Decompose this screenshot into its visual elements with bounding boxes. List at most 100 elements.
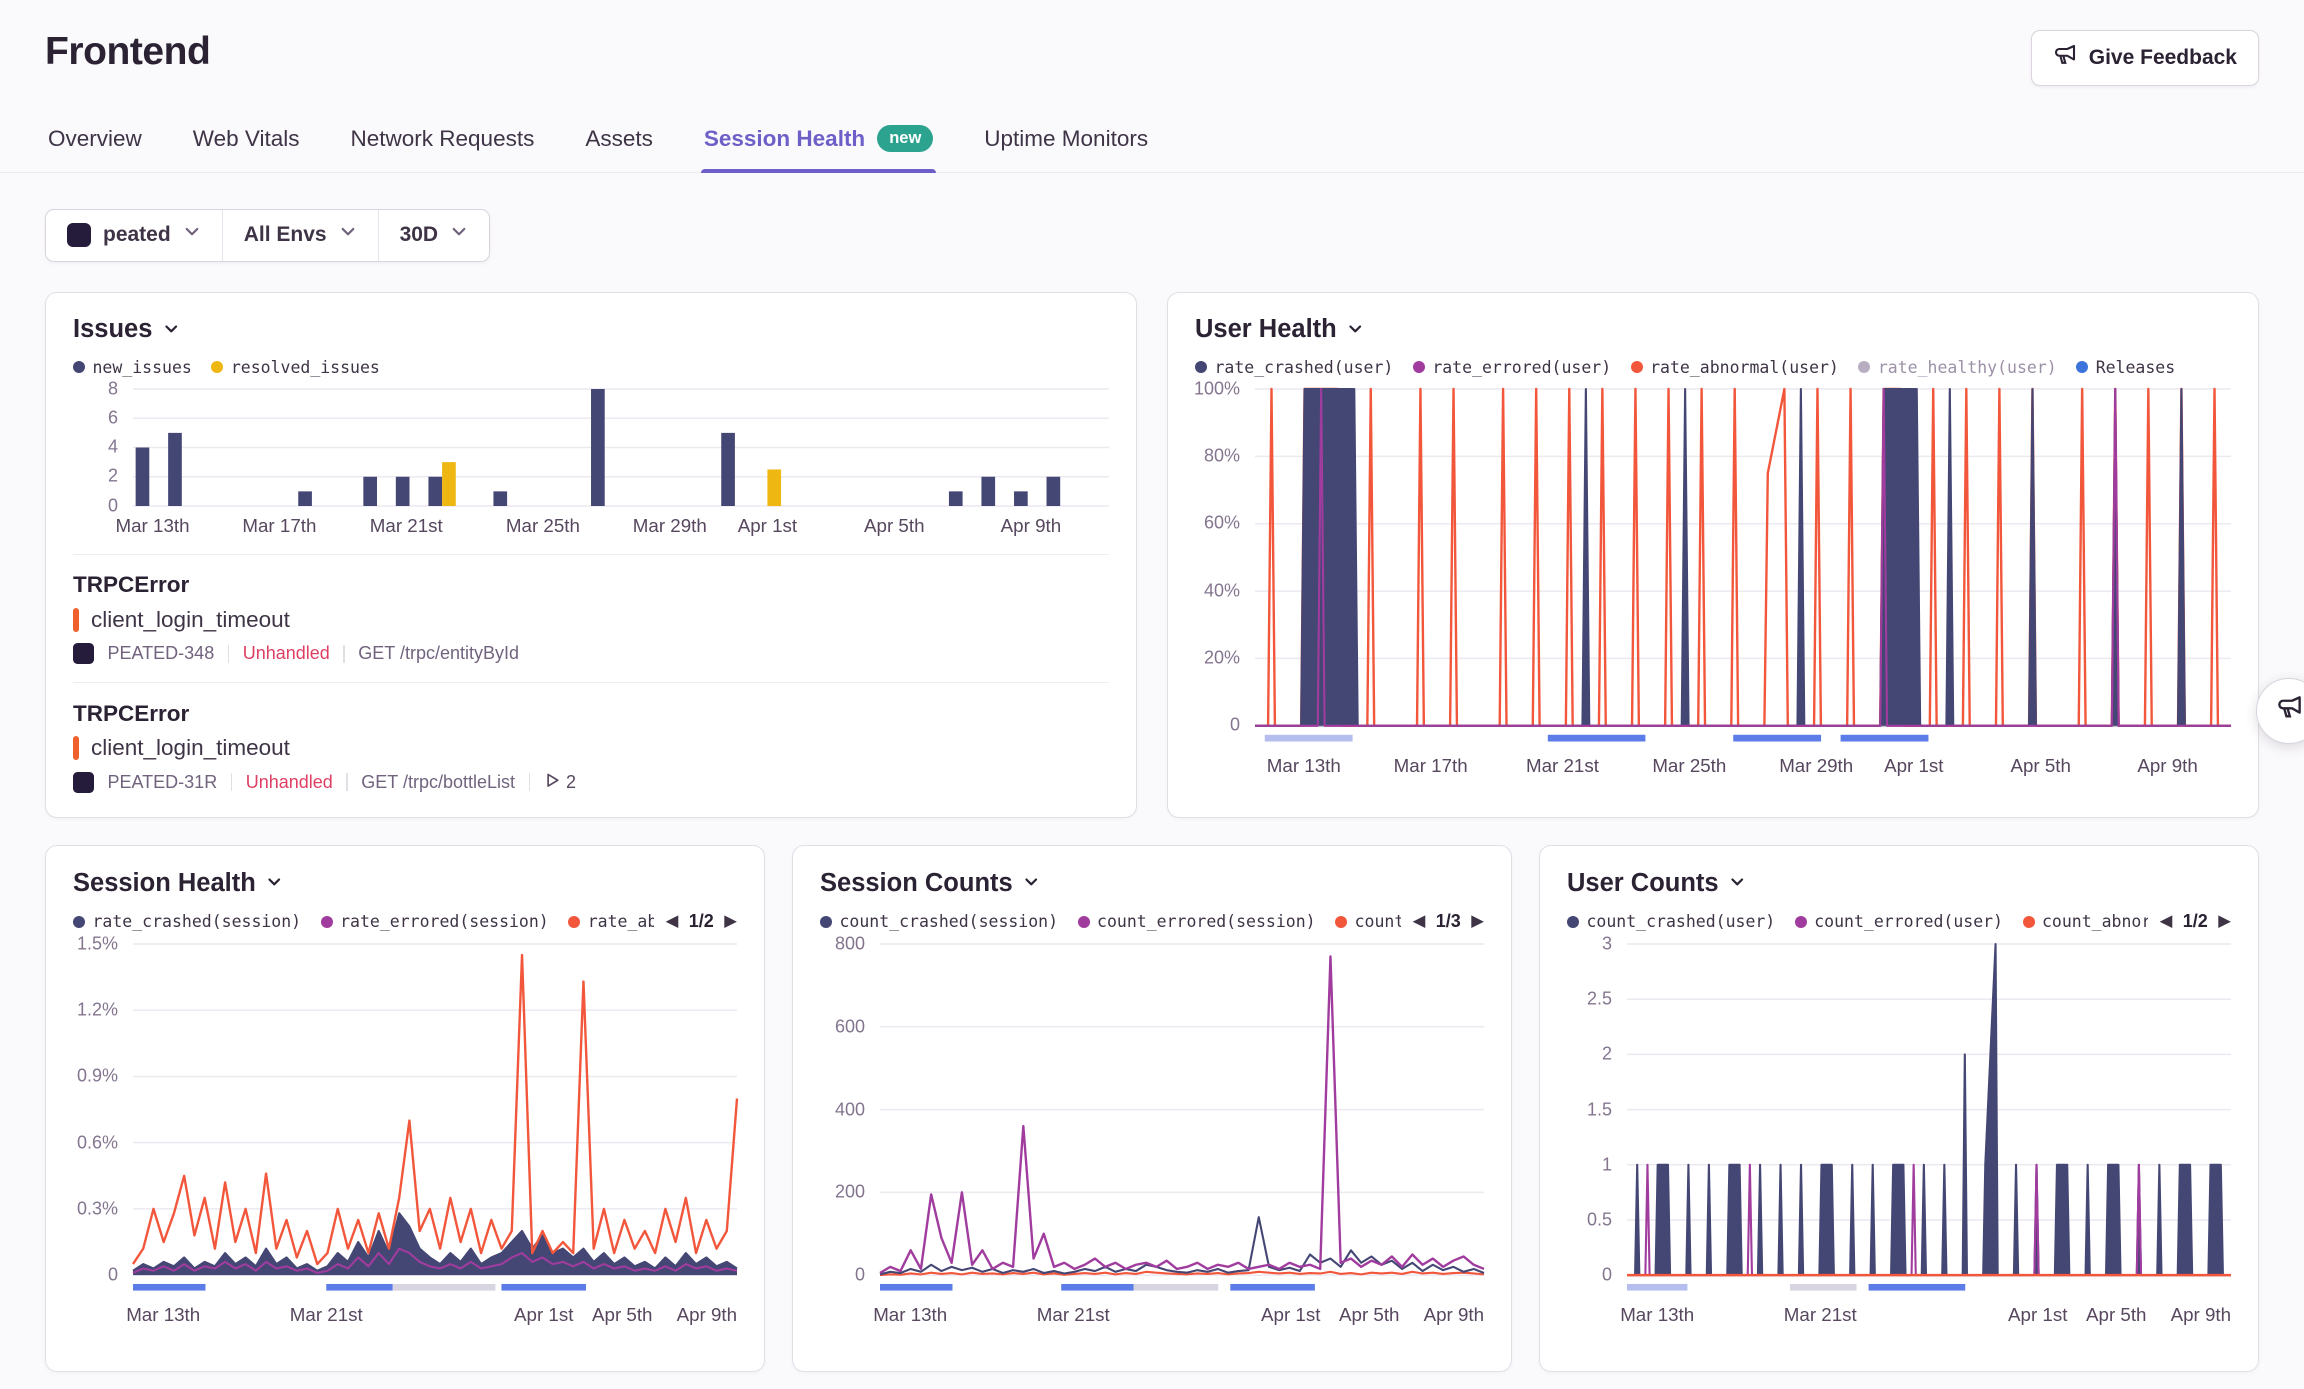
x-tick-label: Apr 9th — [2171, 1304, 2231, 1326]
issue-transaction: GET /trpc/bottleList — [361, 772, 515, 793]
legend-count-errored-session[interactable]: count_errored(session) — [1078, 912, 1316, 931]
legend-dot — [1078, 916, 1090, 928]
chevron-down-icon — [266, 869, 283, 898]
y-tick-label: 400 — [835, 1099, 865, 1120]
environment-selector[interactable]: All Envs — [222, 210, 378, 261]
legend-dot — [1795, 916, 1807, 928]
x-tick-label: Mar 13th — [116, 515, 190, 537]
y-tick-label: 200 — [835, 1182, 865, 1203]
y-tick-label: 20% — [1204, 647, 1240, 668]
legend-rate-errored-user[interactable]: rate_errored(user) — [1413, 358, 1611, 377]
legend-dot — [2023, 916, 2035, 928]
user-counts-chart[interactable]: 00.511.522.53Mar 13thMar 21stApr 1stApr … — [1567, 944, 2231, 1328]
y-tick-label: 2 — [1602, 1044, 1612, 1065]
x-tick-label: Mar 13th — [873, 1304, 947, 1326]
y-tick-label: 0 — [108, 495, 118, 516]
project-selector[interactable]: peated — [46, 210, 222, 261]
pager-count: 1/3 — [1436, 911, 1461, 932]
legend-rate-errored-session[interactable]: rate_errored(session) — [321, 912, 549, 931]
pager-prev-icon[interactable]: ◀ — [2160, 913, 2173, 930]
legend-rate-crashed-session[interactable]: rate_crashed(session) — [73, 912, 301, 931]
y-tick-label: 2.5 — [1587, 989, 1612, 1010]
legend-pager: ◀ 1/2 ▶ — [666, 911, 737, 932]
user-health-panel: User Health rate_crashed(user) rate_erro… — [1167, 292, 2259, 819]
y-tick-label: 80% — [1204, 445, 1240, 466]
give-feedback-button[interactable]: Give Feedback — [2031, 30, 2259, 86]
legend-dot — [211, 361, 223, 373]
y-tick-label: 600 — [835, 1016, 865, 1037]
y-tick-label: 3 — [1602, 934, 1612, 955]
megaphone-icon — [2276, 694, 2303, 728]
legend-dot — [1195, 361, 1207, 373]
issues-panel-header[interactable]: Issues — [73, 315, 1109, 344]
user-health-chart[interactable]: 020%40%60%80%100%Mar 13thMar 17thMar 21s… — [1195, 389, 2231, 779]
legend-new-issues[interactable]: new_issues — [73, 358, 192, 377]
unhandled-tag: Unhandled — [243, 643, 330, 664]
legend-count-crashed-session[interactable]: count_crashed(session) — [820, 912, 1058, 931]
legend-rate-healthy-user[interactable]: rate_healthy(user) — [1858, 358, 2056, 377]
x-tick-label: Mar 21st — [1037, 1304, 1110, 1326]
issues-bar-chart[interactable]: 02468Mar 13thMar 17thMar 21stMar 25thMar… — [73, 389, 1109, 539]
session-counts-chart[interactable]: 0200400600800Mar 13thMar 21stApr 1stApr … — [820, 944, 1484, 1328]
x-tick-label: Apr 5th — [2086, 1304, 2146, 1326]
pager-next-icon[interactable]: ▶ — [724, 913, 737, 930]
divider — [231, 773, 233, 791]
session-counts-panel-header[interactable]: Session Counts — [820, 869, 1484, 898]
x-axis: Mar 13thMar 17thMar 21stMar 25thMar 29th… — [1255, 752, 2231, 779]
chevron-down-icon — [1347, 315, 1364, 344]
project-avatar — [73, 643, 94, 664]
legend-releases[interactable]: Releases — [2076, 358, 2175, 377]
divider — [529, 773, 531, 791]
legend-rate-abnormal-session[interactable]: rate_abnormal(session) — [568, 912, 653, 931]
y-tick-label: 0.6% — [77, 1132, 118, 1153]
y-tick-label: 1.5% — [77, 934, 118, 955]
legend-dot — [73, 916, 85, 928]
legend-dot — [321, 916, 333, 928]
user-counts-panel-header[interactable]: User Counts — [1567, 869, 2231, 898]
issue-title-link[interactable]: TRPCError — [73, 572, 189, 598]
divider — [346, 773, 348, 791]
y-tick-label: 0 — [1602, 1265, 1612, 1286]
tab-network-requests[interactable]: Network Requests — [348, 122, 538, 172]
legend-count-crashed-user[interactable]: count_crashed(user) — [1567, 912, 1775, 931]
x-tick-label: Apr 5th — [2010, 755, 2070, 777]
issue-title-link[interactable]: TRPCError — [73, 701, 189, 727]
tab-session-health[interactable]: Session Health new — [701, 122, 936, 172]
megaphone-icon — [2053, 43, 2077, 73]
pager-prev-icon[interactable]: ◀ — [666, 913, 679, 930]
date-range-selector[interactable]: 30D — [378, 210, 490, 261]
issue-row[interactable]: TRPCError client_login_timeout PEATED-31… — [73, 682, 1109, 811]
floating-feedback-button[interactable] — [2256, 678, 2304, 744]
y-tick-label: 0.5 — [1587, 1209, 1612, 1230]
tab-uptime-monitors[interactable]: Uptime Monitors — [981, 122, 1151, 172]
issue-transaction: GET /trpc/entityById — [358, 643, 519, 664]
chevron-down-icon — [339, 223, 357, 247]
legend-count-abnormal-session[interactable]: count_abnormal(session) — [1335, 912, 1400, 931]
pager-next-icon[interactable]: ▶ — [1471, 913, 1484, 930]
y-tick-label: 1.2% — [77, 1000, 118, 1021]
session-health-chart[interactable]: 00.3%0.6%0.9%1.2%1.5%Mar 13thMar 21stApr… — [73, 944, 737, 1328]
legend-rate-abnormal-user[interactable]: rate_abnormal(user) — [1631, 358, 1839, 377]
y-tick-label: 4 — [108, 437, 118, 458]
pager-count: 1/2 — [689, 911, 714, 932]
legend-count-errored-user[interactable]: count_errored(user) — [1795, 912, 2003, 931]
x-tick-label: Apr 1st — [1884, 755, 1943, 777]
issue-row[interactable]: TRPCError client_login_timeout PEATED-34… — [73, 554, 1109, 683]
divider — [343, 645, 345, 663]
legend-rate-crashed-user[interactable]: rate_crashed(user) — [1195, 358, 1393, 377]
frontend-insights-page: { "page": { "title": "Frontend" }, "feed… — [0, 0, 2304, 1389]
tab-overview[interactable]: Overview — [45, 122, 145, 172]
user-health-panel-header[interactable]: User Health — [1195, 315, 2231, 344]
legend-pager: ◀ 1/3 ▶ — [1413, 911, 1484, 932]
legend-resolved-issues[interactable]: resolved_issues — [211, 358, 380, 377]
session-health-panel-header[interactable]: Session Health — [73, 869, 737, 898]
tab-assets[interactable]: Assets — [582, 122, 656, 172]
user-health-legend: rate_crashed(user) rate_errored(user) ra… — [1195, 358, 2231, 377]
legend-dot — [820, 916, 832, 928]
tab-web-vitals[interactable]: Web Vitals — [190, 122, 303, 172]
replay-count[interactable]: 2 — [544, 772, 577, 794]
pager-next-icon[interactable]: ▶ — [2218, 913, 2231, 930]
x-tick-label: Apr 1st — [2008, 1304, 2067, 1326]
pager-prev-icon[interactable]: ◀ — [1413, 913, 1426, 930]
legend-count-abnormal-user[interactable]: count_abnormal(user) — [2023, 912, 2148, 931]
